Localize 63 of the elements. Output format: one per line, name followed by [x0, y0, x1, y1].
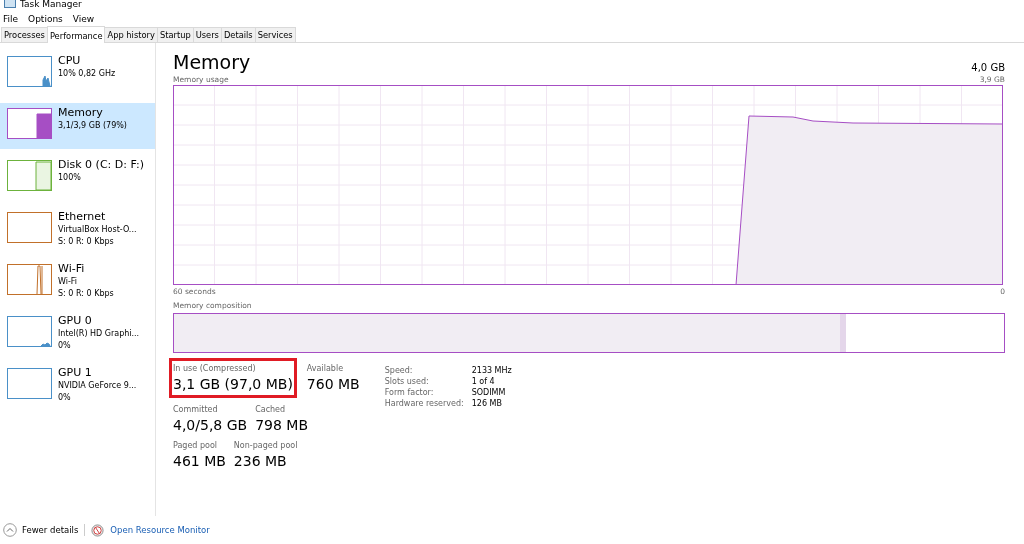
- stat-label: In use (Compressed): [173, 363, 257, 374]
- resource-monitor-link[interactable]: Open Resource Monitor: [110, 525, 210, 535]
- device-info: 100%: [58, 172, 82, 184]
- device-name: Memory: [58, 106, 104, 120]
- detail-value: 1 of 4: [471, 377, 496, 386]
- device-name: Ethernet: [58, 210, 107, 224]
- detail-label: Hardware reserved:: [384, 399, 465, 408]
- gauge-icon: [91, 523, 105, 537]
- capacity-text: 4,0 GB: [971, 62, 1005, 73]
- stat-value: 461 MB: [173, 452, 226, 471]
- app-icon: [4, 0, 16, 9]
- tab[interactable]: Services: [254, 27, 296, 42]
- detail-value: 126 MB: [471, 399, 503, 408]
- sidebar-item[interactable]: Memory 3,1/3,9 GB (79%): [0, 103, 155, 149]
- stat-label: Cached: [255, 404, 287, 415]
- device-name: GPU 0: [58, 314, 93, 328]
- stat-label: Committed: [173, 404, 219, 415]
- tab[interactable]: App history: [104, 27, 158, 42]
- device-info: S: 0 R: 0 Kbps: [58, 236, 115, 248]
- detail-label: Slots used:: [384, 377, 430, 386]
- stat-value: 236 MB: [233, 452, 288, 471]
- stat-value: 4,0/5,8 GB: [173, 416, 248, 435]
- menu-item[interactable]: View: [72, 13, 95, 24]
- tab[interactable]: Processes: [1, 27, 48, 42]
- detail-value: 2133 MHz: [471, 366, 512, 375]
- device-info: 3,1/3,9 GB (79%): [58, 120, 127, 132]
- tab[interactable]: Details: [220, 27, 256, 42]
- device-info: 0%: [58, 340, 72, 352]
- device-info: Intel(R) HD Graphi...: [58, 328, 140, 340]
- device-name: CPU: [58, 54, 82, 68]
- menu-item[interactable]: File: [3, 13, 19, 24]
- stat-value: 760 MB: [306, 375, 360, 394]
- detail-value: SODIMM: [471, 388, 507, 397]
- page-title: Memory: [173, 51, 251, 73]
- sidebar-item[interactable]: Wi-Fi Wi-Fi S: 0 R: 0 Kbps: [0, 259, 155, 305]
- tab[interactable]: Performance: [46, 26, 106, 43]
- window-title: Task Manager: [20, 0, 82, 9]
- stat-label: Paged pool: [173, 440, 219, 451]
- menu-item[interactable]: Options: [28, 13, 63, 24]
- device-info: NVIDIA GeForce 9...: [58, 380, 137, 392]
- device-name: Wi-Fi: [58, 262, 86, 276]
- device-info: S: 0 R: 0 Kbps: [58, 288, 114, 300]
- device-name: GPU 1: [58, 366, 93, 380]
- stat-label: Available: [306, 363, 345, 374]
- sidebar-item[interactable]: Ethernet VirtualBox Host-O... S: 0 R: 0 Kbps: [0, 207, 155, 253]
- detail-label: Form factor:: [384, 388, 435, 397]
- tab[interactable]: Startup: [156, 27, 194, 42]
- tab[interactable]: Users: [192, 27, 222, 42]
- fewer-details-button[interactable]: Fewer details: [3, 523, 79, 537]
- sidebar-item[interactable]: GPU 1 NVIDIA GeForce 9... 0%: [0, 363, 155, 409]
- stat-label: Non-paged pool: [233, 440, 298, 451]
- detail-label: Speed:: [384, 366, 414, 375]
- sidebar-item[interactable]: CPU 10% 0,82 GHz: [0, 51, 155, 97]
- stat-value: 3,1 GB (97,0 MB): [173, 375, 293, 394]
- chevron-up-icon: [3, 523, 17, 537]
- device-info: 0%: [58, 392, 72, 404]
- device-name: Disk 0 (C: D: F:): [58, 158, 144, 172]
- sidebar-item[interactable]: Disk 0 (C: D: F:) 100%: [0, 155, 155, 201]
- device-info: Wi-Fi: [58, 276, 79, 288]
- device-info: 10% 0,82 GHz: [58, 68, 116, 80]
- sidebar-item[interactable]: GPU 0 Intel(R) HD Graphi... 0%: [0, 311, 155, 357]
- stat-value: 798 MB: [255, 416, 308, 435]
- device-info: VirtualBox Host-O...: [58, 224, 137, 236]
